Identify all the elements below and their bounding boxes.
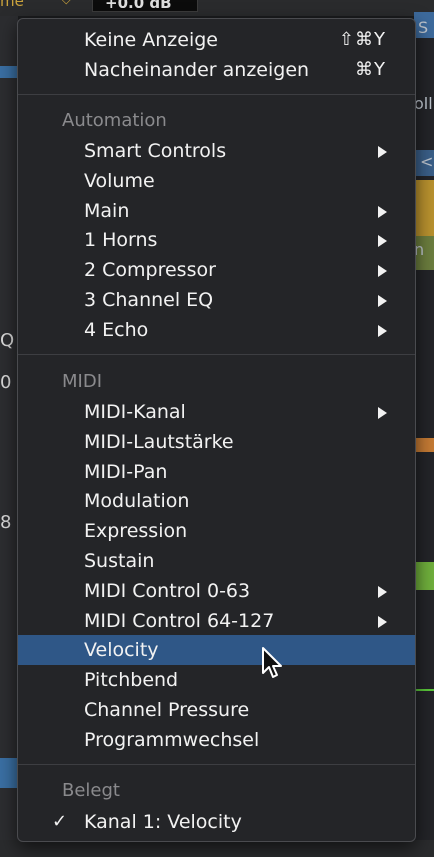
menu-item-label: Expression <box>84 520 188 543</box>
menu-item-volume[interactable]: Volume <box>18 166 415 196</box>
menu-item-label: Pitchbend <box>84 669 179 692</box>
menu-item-label: Programmwechsel <box>84 728 260 751</box>
menu-item-main[interactable]: Main <box>18 196 415 226</box>
menu-item-midi-lautst-rke[interactable]: MIDI-Lautstärke <box>18 427 415 457</box>
chevron-right-icon <box>378 407 387 419</box>
chevron-right-icon <box>378 205 387 218</box>
menu-item-label: Smart Controls <box>84 140 227 162</box>
background-left-panel <box>0 16 18 857</box>
chevron-right-icon <box>378 585 387 598</box>
automation-view-menu: Keine Anzeige ⇧⌘Y Nacheinander anzeigen ⌘Y A… <box>17 18 416 842</box>
menu-separator <box>18 354 415 355</box>
chevron-right-icon <box>378 265 387 278</box>
chevron-right-icon <box>378 295 387 307</box>
menu-item-label: Kanal 1: Velocity <box>84 811 242 833</box>
menu-item-expression[interactable]: Expression <box>18 516 415 546</box>
background-region <box>414 180 434 236</box>
menu-item-label: MIDI-Kanal <box>84 401 186 423</box>
menu-item-label: Volume <box>84 169 155 192</box>
background-automation-line <box>414 689 434 691</box>
menu-item-nacheinander-anzeigen[interactable]: Nacheinander anzeigen ⌘Y <box>18 55 415 85</box>
menu-item-shortcut: ⇧⌘Y <box>338 29 386 50</box>
chevron-updown-icon: ◇ <box>62 0 70 6</box>
background-mode-label: me <box>0 0 24 10</box>
menu-item-label: Nacheinander anzeigen <box>84 58 310 81</box>
menu-item-label: 1 Horns <box>84 229 158 252</box>
menu-item-shortcut: ⌘Y <box>355 58 386 80</box>
menu-item-label: MIDI-Pan <box>84 460 168 483</box>
menu-item-label: Keine Anzeige <box>84 29 218 51</box>
menu-item-kanal-1-velocity[interactable]: Kanal 1: Velocity ✓ <box>18 807 415 837</box>
menu-item-label: 3 Channel EQ <box>84 289 214 311</box>
menu-item-keine-anzeige[interactable]: Keine Anzeige ⇧⌘Y <box>18 25 415 55</box>
menu-separator <box>18 764 415 765</box>
menu-item-3-channel-eq[interactable]: 3 Channel EQ <box>18 285 415 315</box>
chevron-right-icon <box>378 146 387 158</box>
menu-item-label: Channel Pressure <box>84 699 250 721</box>
menu-item-midi-control-0-63[interactable]: MIDI Control 0-63 <box>18 576 415 606</box>
menu-item-midi-kanal[interactable]: MIDI-Kanal <box>18 397 415 427</box>
menu-item-label: Velocity <box>84 639 159 662</box>
background-bottom-bar <box>0 840 434 857</box>
menu-item-label: 4 Echo <box>84 318 149 341</box>
background-right-text: S <box>418 18 429 37</box>
background-left-text: Q <box>0 330 15 351</box>
menu-item-midi-pan[interactable]: MIDI-Pan <box>18 457 415 487</box>
menu-item-programmwechsel[interactable]: Programmwechsel <box>18 725 415 755</box>
checkmark-icon: ✓ <box>52 811 68 832</box>
menu-item-modulation[interactable]: Modulation <box>18 486 415 516</box>
menu-item-sustain[interactable]: Sustain <box>18 546 415 576</box>
menu-item-smart-controls[interactable]: Smart Controls <box>18 136 415 166</box>
menu-item-label: MIDI Control 0-63 <box>84 579 251 602</box>
chevron-right-icon <box>378 615 387 628</box>
menu-item-channel-pressure[interactable]: Channel Pressure <box>18 695 415 725</box>
menu-item-4-echo[interactable]: 4 Echo <box>18 315 415 345</box>
menu-item-label: MIDI-Lautstärke <box>84 430 234 453</box>
menu-item-2-compressor[interactable]: 2 Compressor <box>18 255 415 285</box>
menu-item-label: Sustain <box>84 550 155 572</box>
mouse-pointer-icon <box>262 647 282 678</box>
menu-item-label: MIDI Control 64-127 <box>84 609 275 632</box>
menu-separator <box>18 94 415 95</box>
menu-item-1-horns[interactable]: 1 Horns <box>18 225 415 255</box>
menu-item-midi-control-64-127[interactable]: MIDI Control 64-127 <box>18 606 415 636</box>
background-right-panel <box>414 16 434 857</box>
menu-item-label: Main <box>84 199 130 222</box>
background-right-text: oll <box>414 94 433 113</box>
menu-item-label: Modulation <box>84 490 190 513</box>
background-value-readout: +0.0 dB <box>92 0 198 12</box>
background-left-region <box>0 758 18 788</box>
background-right-text: < <box>420 152 434 171</box>
menu-section-header: MIDI <box>62 371 103 392</box>
background-region <box>414 562 434 590</box>
menu-section-header: Automation <box>62 110 167 131</box>
background-left-region <box>0 66 18 78</box>
background-left-text: 8 <box>0 512 12 533</box>
menu-item-velocity[interactable]: Velocity <box>18 635 415 666</box>
menu-section-header: Belegt <box>62 780 120 801</box>
menu-item-label: 2 Compressor <box>84 259 216 282</box>
menu-item-pitchbend[interactable]: Pitchbend <box>18 665 415 695</box>
background-left-text: 0 <box>0 372 12 393</box>
chevron-right-icon <box>378 235 387 248</box>
background-region <box>414 438 434 452</box>
chevron-right-icon <box>378 324 387 337</box>
